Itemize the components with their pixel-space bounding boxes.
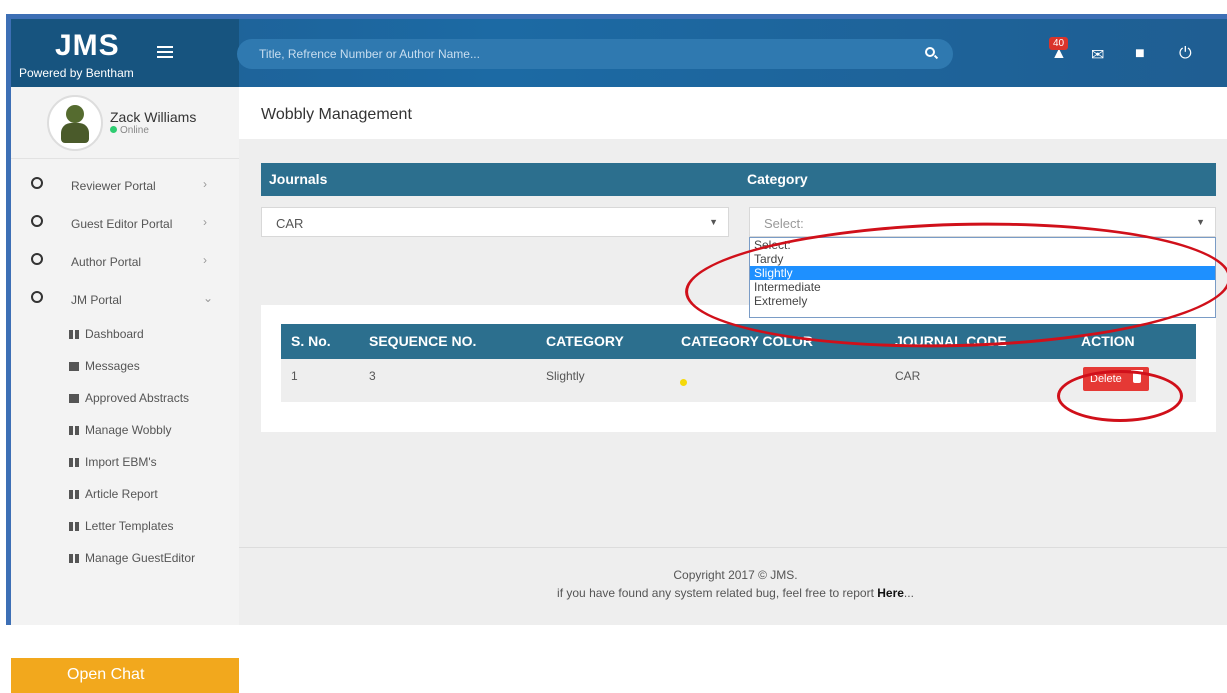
page-header: Wobbly Management (239, 87, 1227, 139)
subitem-label: Messages (85, 359, 140, 373)
grid-icon (69, 522, 79, 532)
sidebar-item-label: JM Portal (71, 293, 122, 307)
category-select-value: Select: (764, 216, 804, 231)
category-color-swatch (680, 379, 687, 386)
filter-header: Journals Category (261, 163, 1216, 196)
main-content: Wobbly Management Journals Category CAR … (239, 87, 1227, 625)
chevron-right-icon: › (203, 177, 207, 191)
sidebar-item-label: Guest Editor Portal (71, 217, 173, 231)
app-window: JMS Powered by Bentham Title, Refrence N… (6, 14, 1227, 693)
sidebar-subitem-letter-templates[interactable]: Letter Templates (69, 519, 174, 533)
search-placeholder: Title, Refrence Number or Author Name... (259, 47, 480, 61)
search-input[interactable]: Title, Refrence Number or Author Name... (237, 39, 953, 69)
chevron-right-icon: › (203, 215, 207, 229)
chat-icon[interactable]: ■ (1135, 45, 1145, 63)
sidebar-subitem-manage-guesteditor[interactable]: Manage GuestEditor (69, 551, 195, 565)
user-panel: Zack Williams Online (11, 87, 239, 159)
journal-select[interactable]: CAR ▼ (261, 207, 729, 237)
subitem-label: Approved Abstracts (85, 391, 190, 405)
search-icon[interactable] (925, 47, 935, 57)
grid-icon (69, 554, 79, 564)
chevron-down-icon: ⌄ (203, 291, 214, 305)
footer-ellipsis: ... (903, 586, 914, 600)
column-header: S. No. (291, 333, 331, 349)
envelope-icon (69, 362, 79, 372)
journal-select-value: CAR (276, 216, 304, 231)
subitem-label: Article Report (85, 487, 158, 501)
open-chat-button[interactable]: Open Chat (11, 658, 239, 693)
brand-logo[interactable]: JMS Powered by Bentham (11, 19, 239, 87)
subitem-label: Letter Templates (85, 519, 174, 533)
brand-title: JMS (55, 29, 120, 62)
cell-sequence: 3 (369, 369, 376, 383)
annotation-circle-delete (1057, 370, 1183, 422)
subitem-label: Import EBM's (85, 455, 157, 469)
mail-icon[interactable]: ✉ (1091, 45, 1104, 65)
sidebar-item-label: Reviewer Portal (71, 179, 156, 193)
user-name: Zack Williams (110, 109, 197, 125)
sidebar-subitem-import-ebms[interactable]: Import EBM's (69, 455, 157, 469)
sidebar-subitem-approved-abstracts[interactable]: Approved Abstracts (69, 391, 189, 405)
category-label: Category (747, 171, 808, 187)
user-status: Online (110, 125, 149, 136)
chevron-down-icon: ▼ (709, 217, 718, 227)
sidebar-item-guest-editor-portal[interactable]: Guest Editor Portal › (11, 207, 239, 239)
notification-badge: 40 (1049, 37, 1069, 50)
column-header: SEQUENCE NO. (369, 333, 477, 349)
sidebar-subitem-dashboard[interactable]: Dashboard (69, 327, 144, 341)
envelope-icon (69, 394, 79, 404)
subitem-label: Manage GuestEditor (85, 551, 196, 565)
column-header: CATEGORY (546, 333, 624, 349)
sidebar-item-label: Author Portal (71, 255, 142, 269)
brand-subtitle: Powered by Bentham (19, 66, 134, 80)
power-icon[interactable]: ⏻ (1179, 45, 1192, 63)
footer: Copyright 2017 © JMS. if you have found … (239, 547, 1227, 625)
cell-sno: 1 (291, 369, 298, 383)
avatar[interactable] (47, 95, 103, 151)
user-circle-icon (31, 291, 43, 303)
grid-icon (69, 458, 79, 468)
footer-bug-text: if you have found any system related bug… (557, 586, 878, 600)
grid-icon (69, 330, 79, 340)
cell-category: Slightly (546, 369, 585, 383)
sidebar-subitem-messages[interactable]: Messages (69, 359, 140, 373)
footer-bug-report: if you have found any system related bug… (239, 586, 1227, 600)
sidebar-subitem-article-report[interactable]: Article Report (69, 487, 158, 501)
sidebar: Zack Williams Online Reviewer Portal › G… (11, 87, 239, 693)
user-circle-icon (31, 215, 43, 227)
top-navbar: JMS Powered by Bentham Title, Refrence N… (11, 19, 1227, 87)
grid-icon (69, 426, 79, 436)
footer-copyright: Copyright 2017 © JMS. (673, 568, 798, 582)
sidebar-item-jm-portal[interactable]: JM Portal ⌄ (11, 283, 239, 315)
subitem-label: Manage Wobbly (85, 423, 172, 437)
subitem-label: Dashboard (85, 327, 144, 341)
user-circle-icon (31, 177, 43, 189)
sidebar-item-reviewer-portal[interactable]: Reviewer Portal › (11, 169, 239, 201)
user-circle-icon (31, 253, 43, 265)
report-here-link[interactable]: Here (877, 586, 904, 600)
open-chat-label: Open Chat (67, 666, 145, 683)
sidebar-subitem-manage-wobbly[interactable]: Manage Wobbly (69, 423, 172, 437)
chevron-down-icon: ▼ (1196, 217, 1205, 227)
page-title: Wobbly Management (261, 106, 412, 123)
chevron-right-icon: › (203, 253, 207, 267)
hamburger-menu-icon[interactable] (157, 46, 173, 58)
grid-icon (69, 490, 79, 500)
sidebar-item-author-portal[interactable]: Author Portal › (11, 245, 239, 277)
cell-journal-code: CAR (895, 369, 921, 383)
journals-label: Journals (269, 171, 328, 187)
